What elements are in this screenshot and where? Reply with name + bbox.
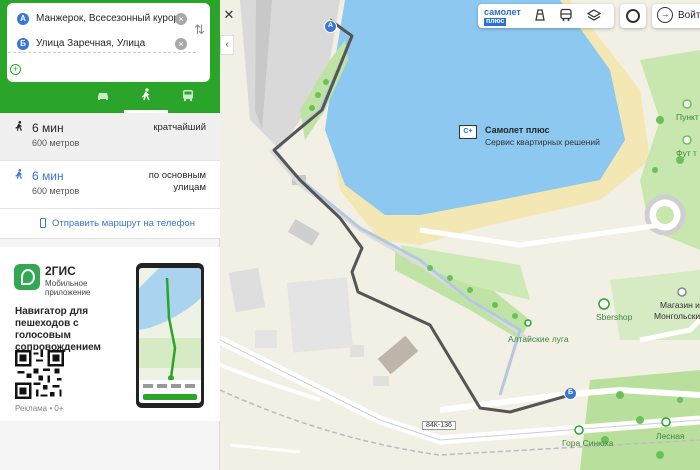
poi-luga[interactable]: Алтайские луга (508, 334, 569, 344)
transport-modes (0, 84, 220, 113)
login-label: Войти (678, 10, 700, 21)
route-option-2[interactable]: 6 мин 600 метров по основным улицам (0, 161, 220, 209)
poi-lesnaya[interactable]: Лесная (656, 431, 685, 441)
top-toolbar: самолет плюс (478, 4, 614, 28)
phone-icon (38, 218, 49, 229)
poi-fut[interactable]: Фут т (676, 148, 697, 158)
2gis-logo-icon (14, 264, 40, 290)
swap-icon[interactable]: ⇅ (194, 22, 205, 38)
poi-punkt[interactable]: Пункт про (676, 112, 700, 122)
tourism-icon[interactable] (532, 8, 548, 24)
ad-description: Навигатор для пешеходов с голосовым сопр… (15, 306, 101, 353)
clear-from-icon[interactable]: × (175, 13, 187, 25)
map-canvas[interactable]: С+ Самолет плюс Сервис квартирных решени… (220, 0, 700, 470)
send-to-phone-button[interactable]: Отправить маршрут на телефон (0, 209, 220, 239)
send-to-phone-label: Отправить маршрут на телефон (52, 218, 195, 229)
poi-samolet-title[interactable]: Самолет плюс (485, 125, 550, 135)
marker-b-icon: Б (17, 38, 29, 50)
road-number-badge: 84К-136 (422, 421, 456, 430)
route-form: А Манжерок, Всесезонный курорт × Б Улица… (0, 0, 220, 113)
clear-to-icon[interactable]: × (175, 38, 187, 50)
ad-banner[interactable]: 2ГИС Мобильное приложение Навигатор для … (0, 247, 220, 421)
qr-code-icon (15, 350, 64, 399)
route-time: 6 мин (32, 121, 64, 135)
route-tag: кратчайший (153, 122, 206, 133)
phone-mockup-image (136, 263, 204, 408)
profile-icon[interactable] (620, 4, 646, 28)
login-icon: → (657, 7, 673, 23)
poi-samolet-subtitle: Сервис квартирных решений (485, 137, 600, 147)
walk-icon (14, 168, 24, 184)
layers-icon[interactable] (586, 8, 602, 24)
route-time: 6 мин (32, 169, 64, 183)
collapse-panel-icon[interactable]: ‹ (220, 35, 234, 55)
left-panel: А Манжерок, Всесезонный курорт × Б Улица… (0, 0, 220, 470)
map-marker-a-icon[interactable]: А (324, 20, 337, 33)
from-field[interactable]: А Манжерок, Всесезонный курорт × (7, 6, 210, 32)
route-option-1[interactable]: 6 мин 600 метров кратчайший (0, 113, 220, 161)
add-point-label: Добавить точку (29, 64, 101, 75)
divider (8, 52, 196, 53)
samolet-poi-icon[interactable]: С+ (459, 125, 477, 139)
poi-magazin-line2: Монгольский (654, 311, 700, 321)
map-marker-b-icon[interactable]: Б (564, 387, 577, 400)
close-icon[interactable]: ✕ (222, 8, 236, 22)
samolet-line2: плюс (484, 18, 507, 26)
mode-car-icon[interactable] (81, 84, 125, 113)
samolet-line1: самолет (484, 7, 521, 17)
poi-magazin-line1[interactable]: Магазин из (660, 300, 700, 310)
route-distance: 600 метров (32, 138, 80, 148)
ad-label: Реклама • 0+ (15, 404, 64, 413)
route-tag: по основным улицам (148, 170, 206, 193)
samolet-plus-button[interactable]: самолет плюс (484, 8, 521, 26)
to-input-value[interactable]: Улица Заречная, Улица (36, 38, 145, 49)
walk-icon (14, 120, 24, 136)
marker-a-icon: А (17, 13, 29, 25)
add-point-button[interactable]: + Добавить точку (7, 61, 197, 81)
from-input-value[interactable]: Манжерок, Всесезонный курорт (36, 13, 183, 24)
poi-gora[interactable]: Гора Синюха (562, 438, 613, 448)
poi-sbershop[interactable]: Sbershop (596, 312, 632, 322)
route-distance: 600 метров (32, 186, 80, 196)
login-button[interactable]: → Войти (652, 4, 700, 28)
plus-icon: + (10, 64, 21, 75)
mode-bus-icon[interactable] (166, 84, 210, 113)
ad-brand: 2ГИС (45, 264, 76, 278)
transport-icon[interactable] (558, 8, 574, 24)
mode-walk-icon[interactable] (124, 84, 168, 113)
ad-subtitle: Мобильное приложение (45, 279, 91, 297)
to-field[interactable]: Б Улица Заречная, Улица × (7, 31, 210, 57)
